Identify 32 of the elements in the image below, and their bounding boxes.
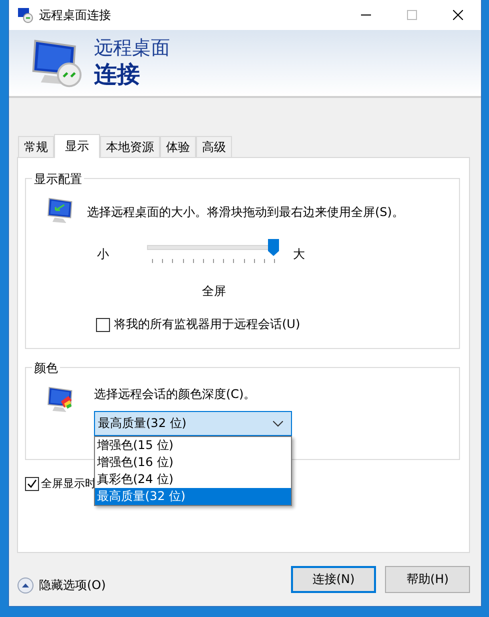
checkbox[interactable] [96, 318, 110, 332]
close-icon[interactable] [453, 10, 463, 20]
display-description: 选择远程桌面的大小。将滑块拖动到最右边来使用全屏(S)。 [87, 204, 404, 221]
app-icon [17, 7, 33, 23]
dialog-button[interactable]: 连接(N) [291, 566, 376, 593]
collapse-icon[interactable] [17, 577, 34, 594]
color-description: 选择远程会话的颜色深度(C)。 [94, 386, 257, 403]
tab[interactable]: 显示 [54, 134, 100, 158]
hide-options-link[interactable]: 隐藏选项(O) [39, 577, 106, 594]
banner-title: 远程桌面 [94, 36, 170, 60]
size-reading: 全屏 [202, 284, 226, 298]
group-title: 显示配置 [32, 171, 84, 188]
dropdown-option[interactable]: 真彩色(24 位) [95, 471, 291, 488]
window-title: 远程桌面连接 [39, 6, 112, 24]
color-depth-select[interactable]: 最高质量(32 位) [94, 411, 292, 436]
checkbox-label: 将我的所有监视器用于远程会话(U) [114, 316, 300, 333]
slider-thumb[interactable] [268, 239, 279, 256]
tab[interactable]: 本地资源 [100, 136, 160, 157]
slider-max-label: 大 [293, 246, 305, 262]
checkbox-label: 全屏显示时 [41, 476, 96, 491]
slider-min-label: 小 [97, 246, 109, 262]
tab[interactable]: 常规 [18, 136, 54, 157]
group-title: 颜色 [32, 360, 60, 377]
checkbox[interactable] [25, 476, 39, 490]
dialog-button[interactable]: 帮助(H) [385, 566, 470, 593]
dropdown-option[interactable]: 增强色(15 位) [95, 437, 291, 454]
tab[interactable]: 体验 [160, 136, 196, 157]
tab[interactable]: 高级 [196, 136, 232, 157]
dropdown-option[interactable]: 增强色(16 位) [95, 454, 291, 471]
chevron-down-icon [273, 420, 283, 426]
banner-subtitle: 连接 [94, 61, 141, 90]
dropdown-option[interactable]: 最高质量(32 位) [95, 488, 291, 505]
